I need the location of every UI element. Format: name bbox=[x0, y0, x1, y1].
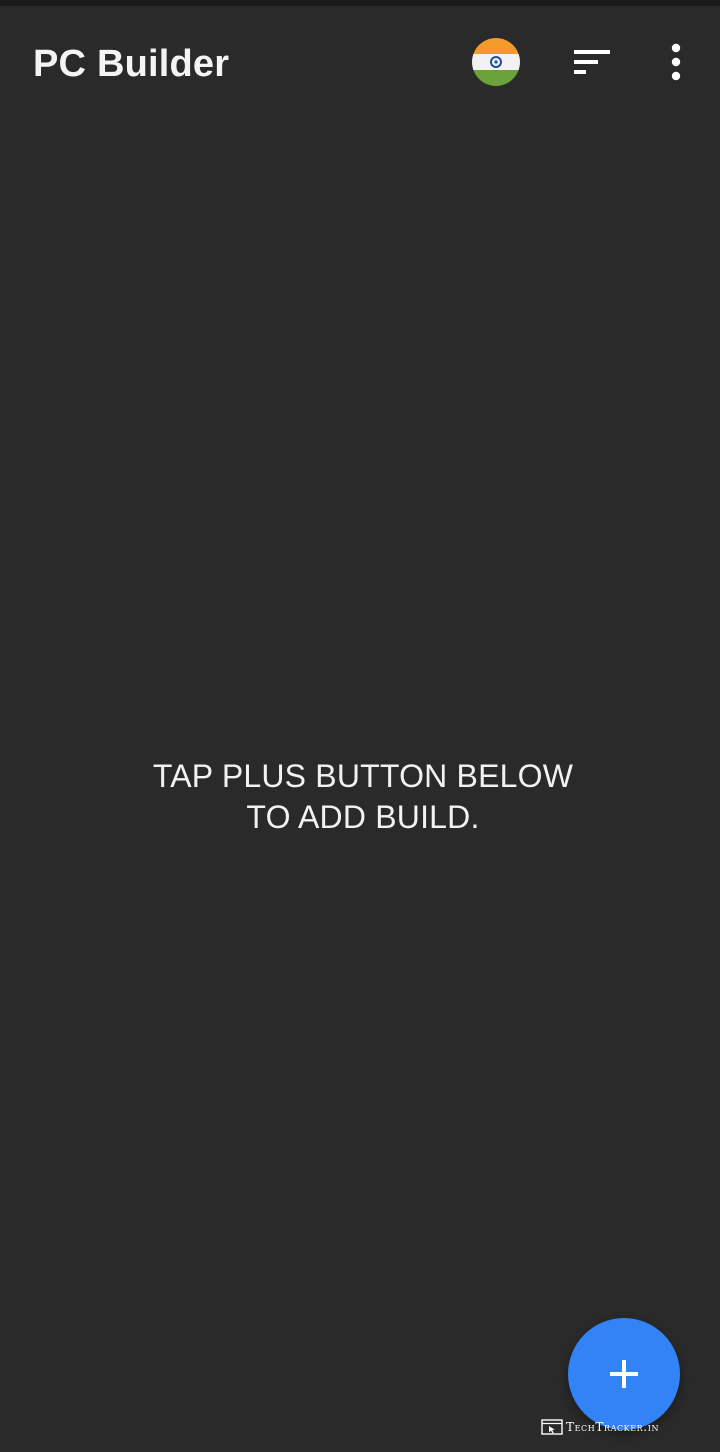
sort-icon bbox=[574, 50, 610, 74]
empty-state-message: TAP PLUS BUTTON BELOW TO ADD BUILD. bbox=[60, 756, 666, 838]
overflow-menu-button[interactable] bbox=[656, 42, 696, 82]
watermark: TechTracker.in bbox=[541, 1418, 659, 1436]
add-build-button[interactable] bbox=[568, 1318, 680, 1430]
app-screen: PC Builder TAP PLUS BUTTON BELOW TO ADD … bbox=[0, 0, 720, 1452]
app-bar: PC Builder bbox=[0, 6, 720, 122]
empty-state-line-2: TO ADD BUILD. bbox=[246, 799, 480, 835]
more-vert-icon bbox=[671, 43, 681, 81]
sort-button[interactable] bbox=[566, 42, 618, 82]
watermark-text: TechTracker.in bbox=[566, 1420, 660, 1434]
browser-cursor-icon bbox=[541, 1419, 563, 1435]
india-flag-icon bbox=[472, 38, 520, 86]
empty-state-line-1: TAP PLUS BUTTON BELOW bbox=[152, 758, 574, 794]
app-title: PC Builder bbox=[33, 43, 230, 85]
plus-icon bbox=[610, 1360, 638, 1388]
region-selector-button[interactable] bbox=[472, 38, 520, 86]
